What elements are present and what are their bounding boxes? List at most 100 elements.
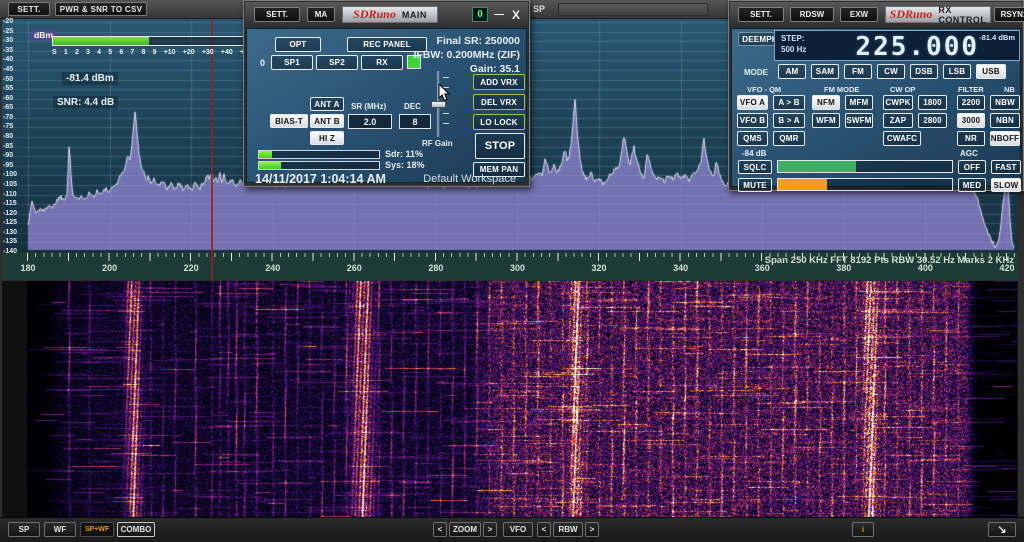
squelch-level-bar[interactable] [777,160,953,173]
s-meter-scale-label: +40 [221,49,233,56]
view-sp-button[interactable]: SP [8,522,40,537]
resize-corner-button[interactable]: ↘ [988,522,1016,537]
qmr-button[interactable]: QMR [773,131,805,146]
zoom-out-button[interactable]: < [433,522,447,537]
agc-off-button[interactable]: OFF [958,160,986,174]
pwr-snr-to-csv-button[interactable]: PWR & SNR TO CSV [55,2,147,16]
del-vrx-button[interactable]: DEL VRX [473,94,525,110]
volume-level-bar[interactable] [777,178,953,191]
mfm-button[interactable]: MFM [845,95,873,110]
frequency-tick-label: 260 [341,263,367,273]
frequency-digits[interactable]: 225.000 [855,32,979,62]
rx-settings-button[interactable]: SETT. [738,7,784,22]
rf-gain-slider-knob[interactable] [431,101,446,108]
add-vrx-button[interactable]: ADD VRX [473,74,525,90]
view-sp-wf-button[interactable]: SP+WF [80,522,114,537]
squelch-level-label: -84 dB [742,149,766,158]
frequency-display[interactable]: STEP: 500 Hz 225.000 -81.4 dBm [774,30,1020,61]
dbm-tick-label: -50 [3,76,13,83]
mode-lsb-button[interactable]: LSB [943,64,971,79]
nboff-button[interactable]: NBOFF [990,131,1020,146]
hi-z-button[interactable]: HI Z [310,131,344,145]
main-panel-titlebar[interactable]: SETT. MA SDRuno MAIN 0 — X [245,2,528,27]
mode-am-button[interactable]: AM [778,64,806,79]
zap-button[interactable]: ZAP [883,113,913,128]
nfm-button[interactable]: NFM [812,95,840,110]
minimize-button[interactable]: — [492,7,506,22]
sp-settings-button[interactable]: SETT. [8,2,50,16]
sp1-button[interactable]: SP1 [271,55,313,70]
frequency-tick-label: 220 [178,263,204,273]
agc-slow-button[interactable]: SLOW [991,178,1021,192]
info-button[interactable]: i [852,522,874,537]
filter-3000-button[interactable]: 3000 [957,113,985,128]
ant-a-button[interactable]: ANT A [310,97,344,111]
view-combo-button[interactable]: COMBO [117,522,155,537]
sr-value-box[interactable]: 2.0 [348,114,392,129]
filter-2200-button[interactable]: 2200 [957,95,985,110]
rx-brand-plate: SDRuno RX CONTROL [885,6,991,23]
agc-med-button[interactable]: MED [958,178,986,192]
vfo-frequency-marker[interactable] [211,20,213,280]
rbw-decrease-button[interactable]: < [537,522,551,537]
main-settings-button[interactable]: SETT. [254,7,300,22]
bias-t-button[interactable]: BIAS-T [270,114,308,128]
vrx-index-label: 0 [260,58,265,68]
mode-usb-button[interactable]: USB [976,64,1006,79]
b-to-a-button[interactable]: B > A [773,113,805,128]
vfo-b-button[interactable]: VFO B [737,113,768,128]
dec-label: DEC [404,102,421,111]
exw-button[interactable]: EXW [840,7,878,22]
frequency-tick-label: 200 [97,263,123,273]
nbn-button[interactable]: NBN [990,113,1020,128]
wfm-button[interactable]: WFM [812,113,840,128]
zoom-in-button[interactable]: > [483,522,497,537]
rbw-increase-button[interactable]: > [585,522,599,537]
rx-button[interactable]: RX [361,55,403,70]
cwafc-button[interactable]: CWAFC [883,131,921,146]
qms-button[interactable]: QMS [737,131,768,146]
nb-header: NB [1004,85,1015,94]
dbm-tick-label: -75 [3,123,13,130]
mode-sam-button[interactable]: SAM [811,64,839,79]
swfm-button[interactable]: SWFM [845,113,873,128]
rx-panel-titlebar[interactable]: SETT. RDSW EXW SDRuno RX CONTROL RSYN1 [730,2,1022,27]
main-ma-button[interactable]: MA [307,7,335,22]
rsyn1-button[interactable]: RSYN1 [994,7,1024,22]
a-to-b-button[interactable]: A > B [773,95,805,110]
dec-value-box[interactable]: 8 [399,114,431,129]
dbm-tick-label: -20 [3,18,13,25]
nbw-button[interactable]: NBW [990,95,1020,110]
cwpk-button[interactable]: CWPK [883,95,913,110]
mode-dsb-button[interactable]: DSB [910,64,938,79]
filter-2800-button[interactable]: 2800 [918,113,947,128]
vfo-a-button[interactable]: VFO A [737,95,768,110]
sys-load-label: Sys: 18% [385,160,425,170]
agc-fast-button[interactable]: FAST [991,160,1021,174]
sp2-button[interactable]: SP2 [316,55,358,70]
vfo-button[interactable]: VFO [503,522,533,537]
filter-1800-button[interactable]: 1800 [918,95,947,110]
view-wf-button[interactable]: WF [44,522,76,537]
filter-header: FILTER [958,85,984,94]
mode-cw-button[interactable]: CW [877,64,905,79]
dbm-tick-label: -85 [3,143,13,150]
dbm-tick-label: -25 [3,28,13,35]
stop-button[interactable]: STOP [475,133,525,159]
nr-button[interactable]: NR [957,131,985,146]
ant-b-button[interactable]: ANT B [310,114,344,128]
opt-button[interactable]: OPT [275,37,321,52]
dbm-tick-label: -70 [3,114,13,121]
waterfall-display[interactable] [27,281,1017,517]
rdsw-button[interactable]: RDSW [790,7,834,22]
dbm-tick-label: -40 [3,56,13,63]
mode-fm-button[interactable]: FM [844,64,872,79]
zoom-label-button[interactable]: ZOOM [449,522,481,537]
close-button[interactable]: X [508,7,524,22]
mute-button[interactable]: MUTE [738,178,772,192]
sqlc-button[interactable]: SQLC [738,160,772,174]
sp-bottom-bar: SP WF SP+WF COMBO < ZOOM > VFO < RBW > i… [0,517,1024,542]
lo-lock-button[interactable]: LO LOCK [473,114,525,130]
rbw-label-button[interactable]: RBW [553,522,583,537]
s-meter-scale-label: +10 [164,49,176,56]
